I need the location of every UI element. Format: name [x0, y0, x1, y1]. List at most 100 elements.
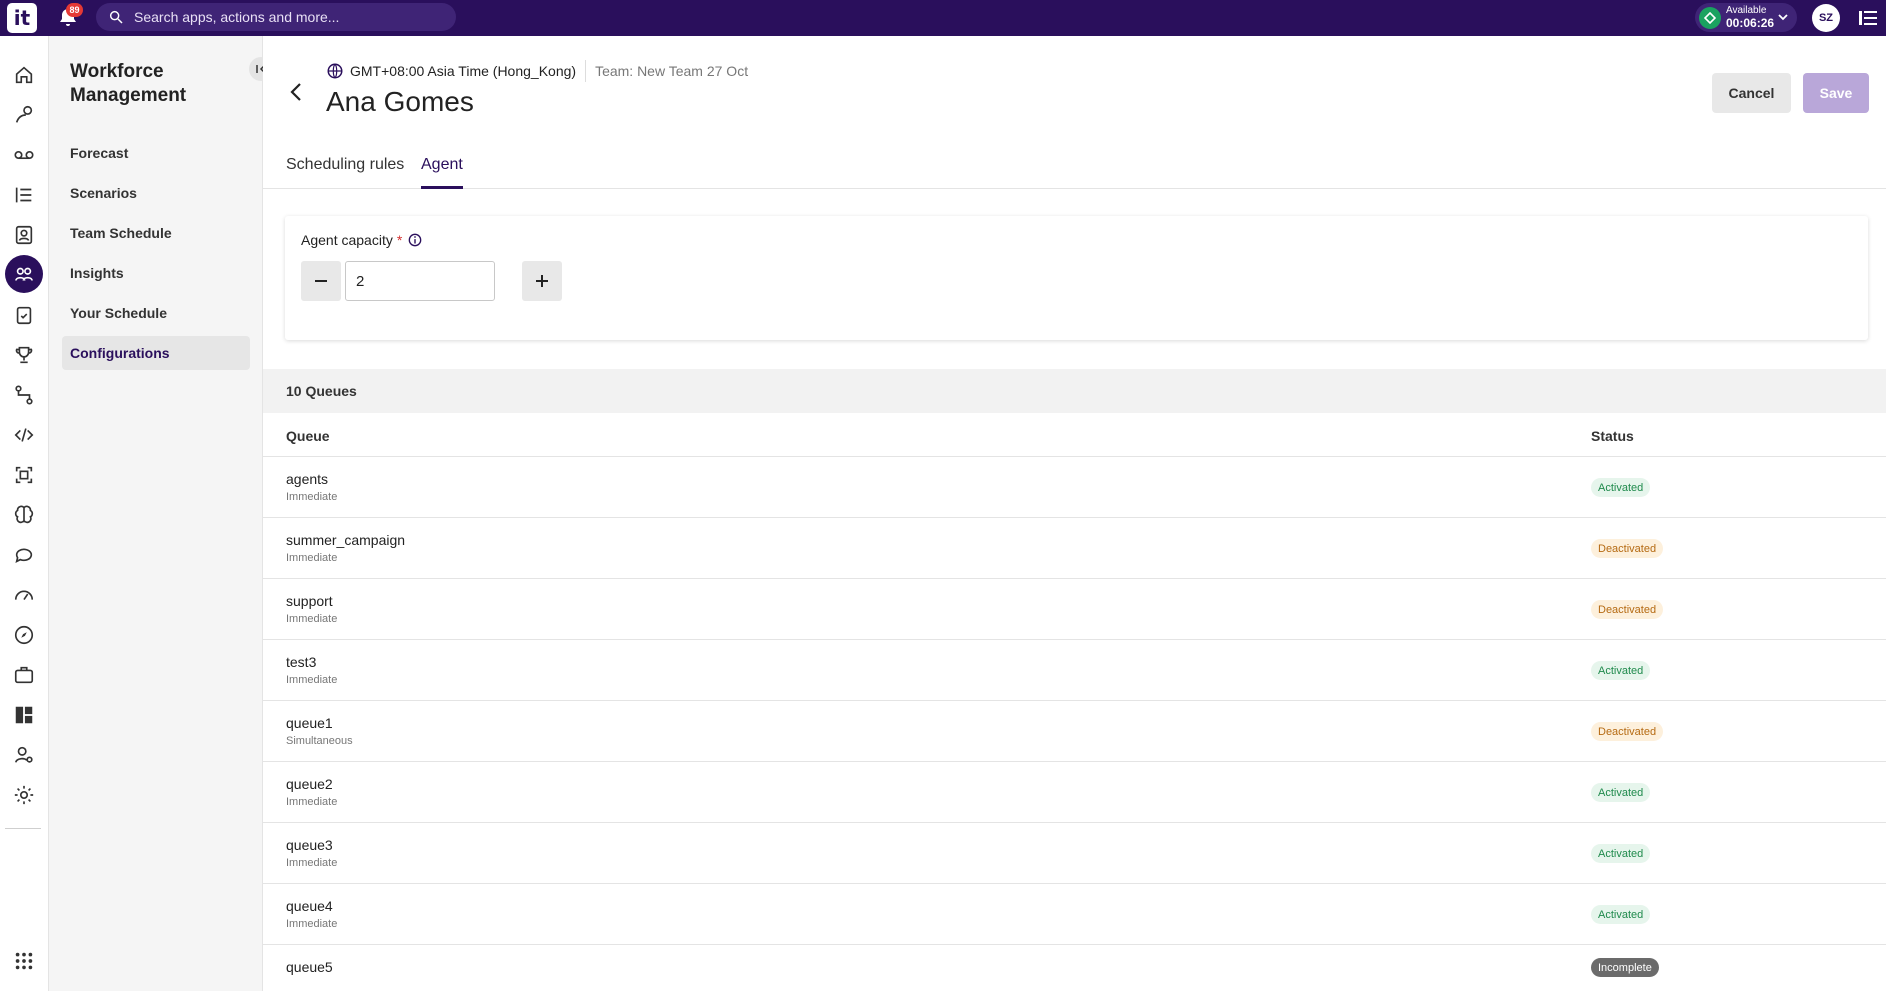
- queue-mode: Immediate: [286, 796, 338, 808]
- main-content: GMT+08:00 Asia Time (Hong_Kong) Team: Ne…: [263, 36, 1886, 991]
- queue-name: queue2: [286, 776, 333, 792]
- apps-grid-icon[interactable]: [5, 942, 43, 980]
- workforce-nav: Workforce Management Forecast Scenarios …: [49, 36, 273, 991]
- timezone-label: GMT+08:00 Asia Time (Hong_Kong): [350, 63, 577, 79]
- queue-name: support: [286, 593, 333, 609]
- user-avatar[interactable]: SZ: [1812, 4, 1840, 32]
- contacts-icon[interactable]: [5, 216, 43, 254]
- page-title: Ana Gomes: [326, 86, 474, 117]
- nav-item-team-schedule[interactable]: Team Schedule: [62, 216, 250, 250]
- clipboard-icon[interactable]: [5, 296, 43, 334]
- status-badge: Activated: [1591, 661, 1651, 680]
- agent-capacity-card: Agent capacity *: [285, 216, 1868, 340]
- status-timer: 00:06:26: [1726, 16, 1775, 30]
- code-icon[interactable]: [5, 416, 43, 454]
- status-badge: Deactivated: [1591, 539, 1664, 558]
- nav-item-your-schedule[interactable]: Your Schedule: [62, 296, 250, 330]
- queue-mode: Immediate: [286, 491, 338, 503]
- global-search[interactable]: [96, 3, 456, 31]
- save-button[interactable]: Save: [1803, 73, 1869, 113]
- chat-icon[interactable]: [5, 536, 43, 574]
- status-badge: Activated: [1591, 478, 1651, 497]
- table-row[interactable]: queue3 Immediate Activated: [263, 823, 1886, 884]
- table-row[interactable]: queue2 Immediate Activated: [263, 762, 1886, 823]
- queue-table-header: Queue Status: [263, 413, 1886, 457]
- queue-mode: Immediate: [286, 918, 338, 930]
- notification-badge: 89: [66, 3, 83, 17]
- panel-menu-icon[interactable]: [1858, 8, 1878, 28]
- voicemail-icon[interactable]: [5, 136, 43, 174]
- status-badge: Activated: [1591, 783, 1651, 802]
- nav-item-insights[interactable]: Insights: [62, 256, 250, 290]
- search-input[interactable]: [134, 9, 434, 25]
- nav-item-configurations[interactable]: Configurations: [62, 336, 250, 370]
- agent-capacity-label: Agent capacity *: [301, 232, 422, 248]
- rail-divider: [5, 828, 41, 829]
- queue-mode: Immediate: [286, 674, 338, 686]
- plus-icon: [536, 275, 548, 287]
- brain-icon[interactable]: [5, 496, 43, 534]
- header-meta: GMT+08:00 Asia Time (Hong_Kong) Team: Ne…: [326, 60, 748, 82]
- status-badge: Activated: [1591, 905, 1651, 924]
- nav-item-scenarios[interactable]: Scenarios: [62, 176, 250, 210]
- table-row[interactable]: support Immediate Deactivated: [263, 579, 1886, 640]
- decrement-button[interactable]: [301, 261, 341, 301]
- back-arrow-icon[interactable]: [285, 80, 309, 104]
- briefcase-icon[interactable]: [5, 656, 43, 694]
- scan-icon[interactable]: [5, 456, 43, 494]
- nav-title: Workforce Management: [70, 61, 187, 106]
- queue-name: agents: [286, 471, 329, 487]
- app-logo[interactable]: it: [7, 3, 37, 33]
- table-row[interactable]: summer_campaign Immediate Deactivated: [263, 518, 1886, 579]
- cancel-button[interactable]: Cancel: [1712, 73, 1791, 113]
- compass-icon[interactable]: [5, 616, 43, 654]
- table-row[interactable]: queue5 Incomplete: [263, 945, 1886, 991]
- gauge-icon[interactable]: [5, 576, 43, 614]
- nav-item-forecast[interactable]: Forecast: [62, 136, 250, 170]
- journey-icon[interactable]: [5, 96, 43, 134]
- capacity-label-text: Agent capacity: [301, 232, 393, 248]
- dashboard-icon[interactable]: [5, 696, 43, 734]
- app-rail: [0, 36, 49, 991]
- status-badge: Incomplete: [1591, 958, 1659, 977]
- trophy-icon[interactable]: [5, 336, 43, 374]
- queue-name: queue3: [286, 837, 333, 853]
- table-row[interactable]: agents Immediate Activated: [263, 457, 1886, 518]
- status-badge: Deactivated: [1591, 600, 1664, 619]
- status-badge: Deactivated: [1591, 722, 1664, 741]
- table-row[interactable]: queue1 Simultaneous Deactivated: [263, 701, 1886, 762]
- queue-name: queue1: [286, 715, 333, 731]
- workforce-icon[interactable]: [5, 255, 43, 293]
- chevron-down-icon: [1778, 14, 1788, 21]
- flow-icon[interactable]: [5, 376, 43, 414]
- queue-mode: Immediate: [286, 552, 338, 564]
- tab-agent[interactable]: Agent: [421, 156, 463, 189]
- column-header-status: Status: [1591, 428, 1634, 444]
- top-bar: it 89 Available 00:06:26 SZ: [0, 0, 1886, 36]
- queues-count: 10 Queues: [263, 369, 1886, 413]
- queue-mode: Immediate: [286, 857, 338, 869]
- minus-icon: [315, 280, 327, 282]
- tab-bar: Scheduling rules Agent: [263, 156, 1886, 189]
- header-divider: [585, 60, 587, 82]
- queue-mode: Simultaneous: [286, 735, 353, 747]
- gear-icon[interactable]: [5, 776, 43, 814]
- info-icon[interactable]: [408, 233, 422, 247]
- table-row[interactable]: test3 Immediate Activated: [263, 640, 1886, 701]
- table-row[interactable]: queue4 Immediate Activated: [263, 884, 1886, 945]
- increment-button[interactable]: [522, 261, 562, 301]
- tab-scheduling-rules[interactable]: Scheduling rules: [286, 156, 404, 189]
- queue-mode: Immediate: [286, 613, 338, 625]
- column-header-queue: Queue: [286, 428, 330, 444]
- user-settings-icon[interactable]: [5, 736, 43, 774]
- list-icon[interactable]: [5, 176, 43, 214]
- queue-name: summer_campaign: [286, 532, 406, 548]
- agent-capacity-input[interactable]: [345, 261, 495, 301]
- required-marker: *: [396, 232, 403, 248]
- availability-status[interactable]: Available 00:06:26: [1695, 3, 1797, 32]
- queue-name: queue4: [286, 898, 333, 914]
- status-diamond-icon: [1699, 6, 1721, 29]
- status-label: Available: [1726, 5, 1767, 16]
- queue-name: test3: [286, 654, 317, 670]
- home-icon[interactable]: [5, 56, 43, 94]
